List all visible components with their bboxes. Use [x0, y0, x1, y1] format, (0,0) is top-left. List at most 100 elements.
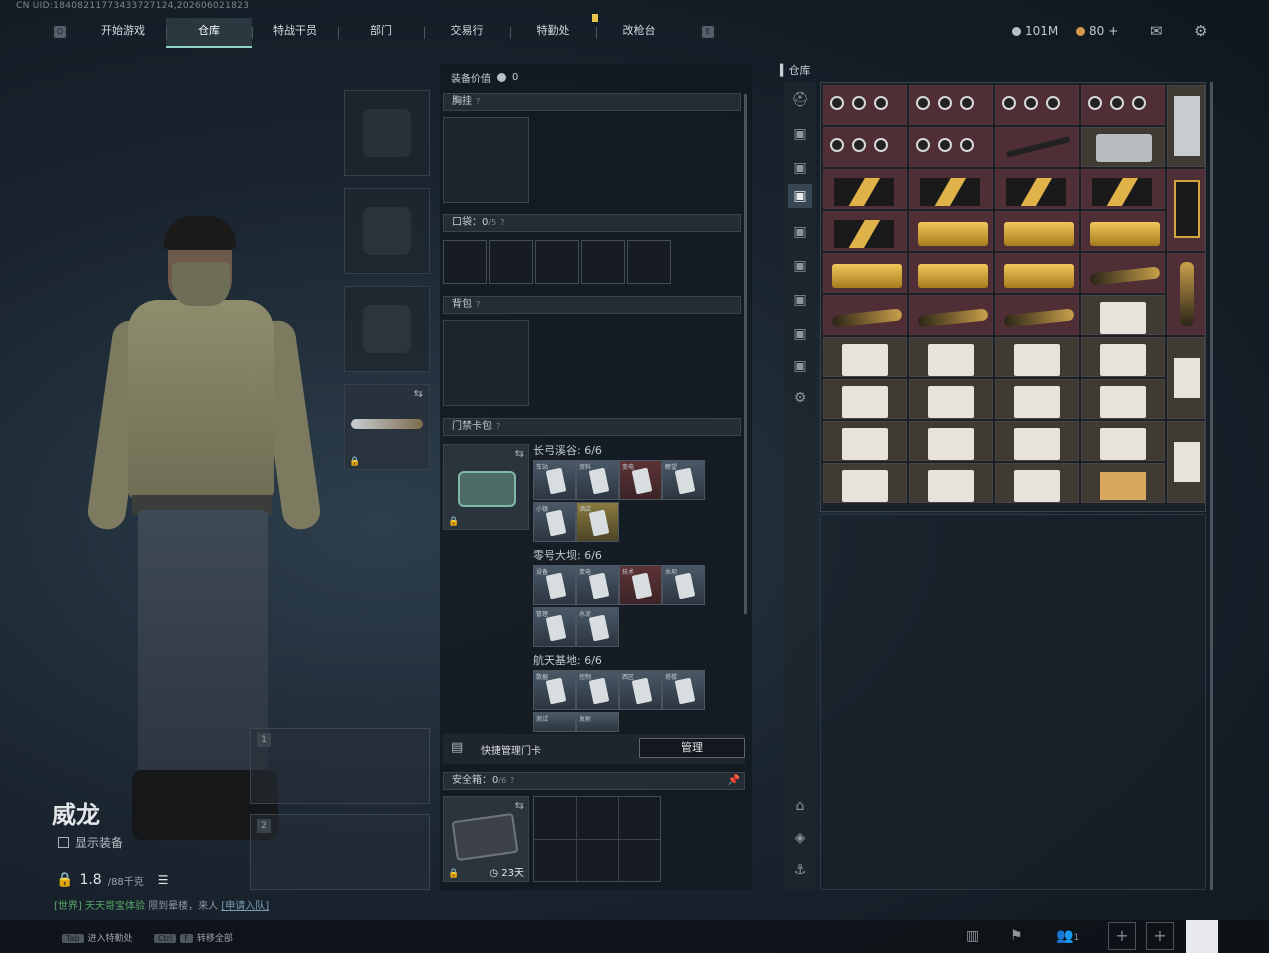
ration-tall-item[interactable]: [1167, 337, 1205, 419]
gold-bar-item[interactable]: [909, 211, 993, 251]
gold-bar-item[interactable]: [995, 211, 1079, 251]
tab-start-game[interactable]: 开始游戏: [80, 18, 166, 48]
safe-box-slot[interactable]: ⇆ 🔒 ◷ 23天: [443, 796, 529, 882]
pistol-slot[interactable]: [344, 286, 430, 372]
gold-currency[interactable]: 80 +: [1076, 24, 1118, 38]
keycard[interactable]: 变电: [619, 460, 662, 500]
ration-box-item[interactable]: [823, 421, 907, 461]
coffee-item[interactable]: [995, 169, 1079, 209]
ration-box-item[interactable]: [823, 463, 907, 503]
swap-icon[interactable]: ⇆: [414, 387, 423, 400]
document-item[interactable]: [1081, 463, 1165, 503]
mail-icon[interactable]: ✉: [1150, 22, 1163, 40]
melee-slot[interactable]: ⇆ 🔒: [344, 384, 430, 470]
keycard[interactable]: 资料: [576, 460, 619, 500]
pocket-cell[interactable]: [581, 240, 625, 284]
category-active-icon[interactable]: ▣: [788, 184, 812, 208]
help-icon[interactable]: ?: [510, 776, 514, 785]
safe-box-grid[interactable]: [533, 796, 661, 882]
loadout-scrollbar[interactable]: [744, 94, 747, 614]
pin-icon[interactable]: 📌: [728, 773, 740, 789]
tab-warehouse[interactable]: 仓库: [166, 18, 252, 48]
keycard[interactable]: 数据: [533, 670, 576, 710]
sort-icon[interactable]: ⌂: [788, 794, 812, 818]
backpack-slot[interactable]: [443, 320, 529, 406]
ration-box-item[interactable]: [1081, 337, 1165, 377]
pocket-cell[interactable]: [627, 240, 671, 284]
champagne-item[interactable]: [1081, 253, 1165, 293]
tab-special-ops[interactable]: 特勤处: [510, 18, 596, 48]
help-icon[interactable]: ?: [476, 300, 480, 309]
invite-slot-1[interactable]: +: [1108, 922, 1136, 950]
friends-icon[interactable]: 👥1: [1056, 928, 1079, 944]
ration-box-item[interactable]: [1081, 295, 1165, 335]
armor-plate-item[interactable]: [1081, 127, 1165, 167]
helmet-slot[interactable]: [344, 90, 430, 176]
keycard[interactable]: 水坝: [662, 565, 705, 605]
invite-slot-2[interactable]: +: [1146, 922, 1174, 950]
gpu-item[interactable]: [823, 127, 907, 167]
champagne-item[interactable]: [909, 295, 993, 335]
gold-bar-item[interactable]: [909, 253, 993, 293]
list-icon[interactable]: ☰: [158, 873, 169, 887]
metal-case-item[interactable]: [1167, 85, 1205, 167]
keycard[interactable]: 塔楼: [662, 670, 705, 710]
armor-slot[interactable]: [344, 188, 430, 274]
avatar[interactable]: [1186, 920, 1218, 953]
keycard[interactable]: 西区: [619, 670, 662, 710]
crossbow-item[interactable]: [995, 127, 1079, 167]
category-3-icon[interactable]: ▣: [788, 220, 812, 244]
flag-icon[interactable]: ⚑: [1010, 928, 1023, 944]
champagne-item[interactable]: [995, 295, 1079, 335]
pocket-cell[interactable]: [489, 240, 533, 284]
ration-box-item[interactable]: [909, 421, 993, 461]
gpu-item[interactable]: [909, 85, 993, 125]
checkbox[interactable]: [58, 837, 69, 848]
swap-icon[interactable]: ⇆: [515, 447, 524, 460]
category-6-icon[interactable]: ▣: [788, 322, 812, 346]
gpu-item[interactable]: [995, 85, 1079, 125]
ration-box-item[interactable]: [909, 379, 993, 419]
layers-icon[interactable]: ◈: [788, 826, 812, 850]
show-equip-toggle[interactable]: 显示装备: [58, 834, 123, 851]
manage-button[interactable]: 管理: [639, 738, 745, 758]
ration-box-item[interactable]: [995, 463, 1079, 503]
keycard[interactable]: 发射: [576, 712, 619, 732]
help-icon[interactable]: ?: [500, 218, 504, 227]
coffee-item[interactable]: [1081, 169, 1165, 209]
pocket-cell[interactable]: [535, 240, 579, 284]
coffee-item[interactable]: [823, 211, 907, 251]
tab-department[interactable]: 部门: [338, 18, 424, 48]
stats-icon[interactable]: ▥: [966, 928, 979, 944]
secondary-weapon-slot[interactable]: 2: [250, 814, 430, 890]
ration-tall-item[interactable]: [1167, 421, 1205, 503]
add-currency-icon[interactable]: +: [1108, 24, 1118, 38]
keycard[interactable]: 水泥: [576, 607, 619, 647]
keycard[interactable]: 管理: [533, 607, 576, 647]
gpu-item[interactable]: [909, 127, 993, 167]
chest-rig-slot[interactable]: [443, 117, 529, 203]
keycard[interactable]: 设备: [533, 565, 576, 605]
keycard[interactable]: 控制: [576, 670, 619, 710]
keycard[interactable]: 酒店: [576, 502, 619, 542]
coffee-tall-item[interactable]: [1167, 169, 1205, 251]
coffee-item[interactable]: [909, 169, 993, 209]
ration-box-item[interactable]: [995, 421, 1079, 461]
ration-box-item[interactable]: [909, 337, 993, 377]
tab-trade[interactable]: 交易行: [424, 18, 510, 48]
ration-box-item[interactable]: [823, 337, 907, 377]
chat-line[interactable]: [世界] 天天哥宝体验 限到晕楼，来人 [申请入队]: [54, 897, 269, 912]
warehouse-scrollbar[interactable]: [1210, 82, 1213, 890]
anchor-icon[interactable]: ⚓: [788, 858, 812, 882]
keycard[interactable]: 变电: [576, 565, 619, 605]
gpu-item[interactable]: [1081, 85, 1165, 125]
gold-bar-item[interactable]: [823, 253, 907, 293]
ration-box-item[interactable]: [995, 379, 1079, 419]
keycard[interactable]: 瞭望: [662, 460, 705, 500]
keycard[interactable]: 小镇: [533, 502, 576, 542]
coffee-item[interactable]: [823, 169, 907, 209]
gear-icon[interactable]: ⚙: [788, 386, 812, 410]
ration-box-item[interactable]: [995, 337, 1079, 377]
category-2-icon[interactable]: ▣: [788, 156, 812, 180]
ration-box-item[interactable]: [823, 379, 907, 419]
